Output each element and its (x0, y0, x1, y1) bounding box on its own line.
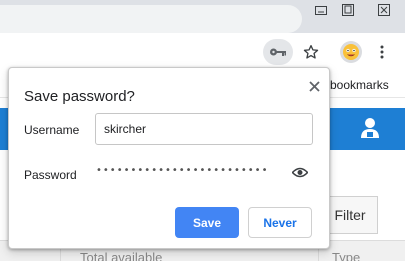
bookmarks-link[interactable]: bookmarks (330, 78, 389, 92)
close-icon (378, 3, 390, 16)
close-icon (308, 80, 320, 92)
filter-button[interactable]: Filter (322, 196, 378, 234)
key-icon (270, 48, 286, 56)
column-header-total[interactable]: Total available (80, 250, 162, 261)
dialog-close-button[interactable] (305, 77, 323, 95)
emoji-avatar-icon (343, 44, 359, 60)
address-bar[interactable] (0, 5, 302, 33)
username-label: Username (24, 123, 80, 137)
eye-icon (292, 167, 308, 177)
password-key-button[interactable] (263, 39, 293, 65)
username-input[interactable] (95, 113, 313, 145)
save-password-dialog: Save password? Username Password •••••••… (8, 67, 330, 249)
minimize-icon (315, 5, 327, 15)
password-masked-value: ••••••••••••••••••••••••• (96, 165, 269, 176)
password-label: Password (24, 168, 77, 182)
kebab-menu-icon (380, 45, 384, 59)
save-button[interactable]: Save (175, 207, 239, 238)
dialog-title: Save password? (24, 88, 135, 105)
restore-button[interactable] (333, 0, 363, 19)
minimize-button[interactable] (306, 0, 336, 19)
column-header-type[interactable]: Type (332, 250, 360, 261)
profile-avatar[interactable] (340, 41, 362, 63)
bookmark-star-button[interactable] (298, 39, 324, 65)
star-icon (303, 45, 319, 59)
browser-menu-button[interactable] (372, 41, 392, 63)
never-button[interactable]: Never (248, 207, 312, 238)
user-account-icon[interactable] (360, 117, 380, 139)
show-password-button[interactable] (292, 166, 308, 178)
restore-icon (342, 3, 354, 16)
window-close-button[interactable] (363, 0, 405, 19)
